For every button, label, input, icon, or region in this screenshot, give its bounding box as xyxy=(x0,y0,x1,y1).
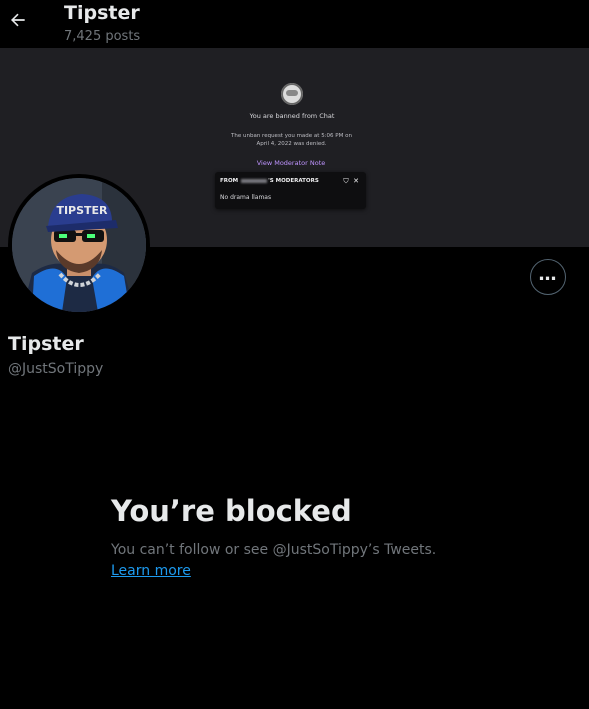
blocked-title: You’re blocked xyxy=(111,494,352,528)
back-button[interactable] xyxy=(6,8,30,32)
profile-name: Tipster xyxy=(8,333,84,355)
more-options-button[interactable]: … xyxy=(530,259,566,295)
ban-title: You are banned from Chat xyxy=(249,112,335,120)
moderator-note-text: No drama llamas xyxy=(220,194,272,201)
moderator-note-card: FROM 'S MODERATORS ⛉ ✕ No drama llamas xyxy=(215,172,366,209)
avatar-frame: TIPSTER xyxy=(8,174,150,316)
view-moderator-note: View Moderator Note xyxy=(256,159,326,167)
avatar-illustration: TIPSTER xyxy=(12,178,146,312)
moderator-note-header: FROM 'S MODERATORS xyxy=(220,178,319,184)
top-header: Tipster 7,425 posts xyxy=(0,0,589,48)
header-title: Tipster xyxy=(64,2,140,24)
blocked-message: You can’t follow or see @JustSoTippy’s T… xyxy=(111,540,471,582)
post-count: 7,425 posts xyxy=(64,29,141,44)
avatar[interactable]: TIPSTER xyxy=(12,178,146,312)
learn-more-link[interactable]: Learn more xyxy=(111,563,191,579)
avatar-cap-text: TIPSTER xyxy=(56,204,108,217)
shield-icon: ⛉ xyxy=(343,177,349,185)
arrow-left-icon xyxy=(11,13,25,27)
profile-handle: @JustSoTippy xyxy=(8,361,104,377)
blocked-message-text: You can’t follow or see @JustSoTippy’s T… xyxy=(111,542,437,558)
redacted-username xyxy=(241,178,268,183)
moderator-note-icons: ⛉ ✕ xyxy=(343,177,359,186)
ban-message: The unban request you made at 5:06 PM on… xyxy=(231,133,352,147)
close-icon: ✕ xyxy=(353,177,359,185)
chat-logo-icon xyxy=(281,83,303,105)
more-horizontal-icon: … xyxy=(538,263,558,285)
